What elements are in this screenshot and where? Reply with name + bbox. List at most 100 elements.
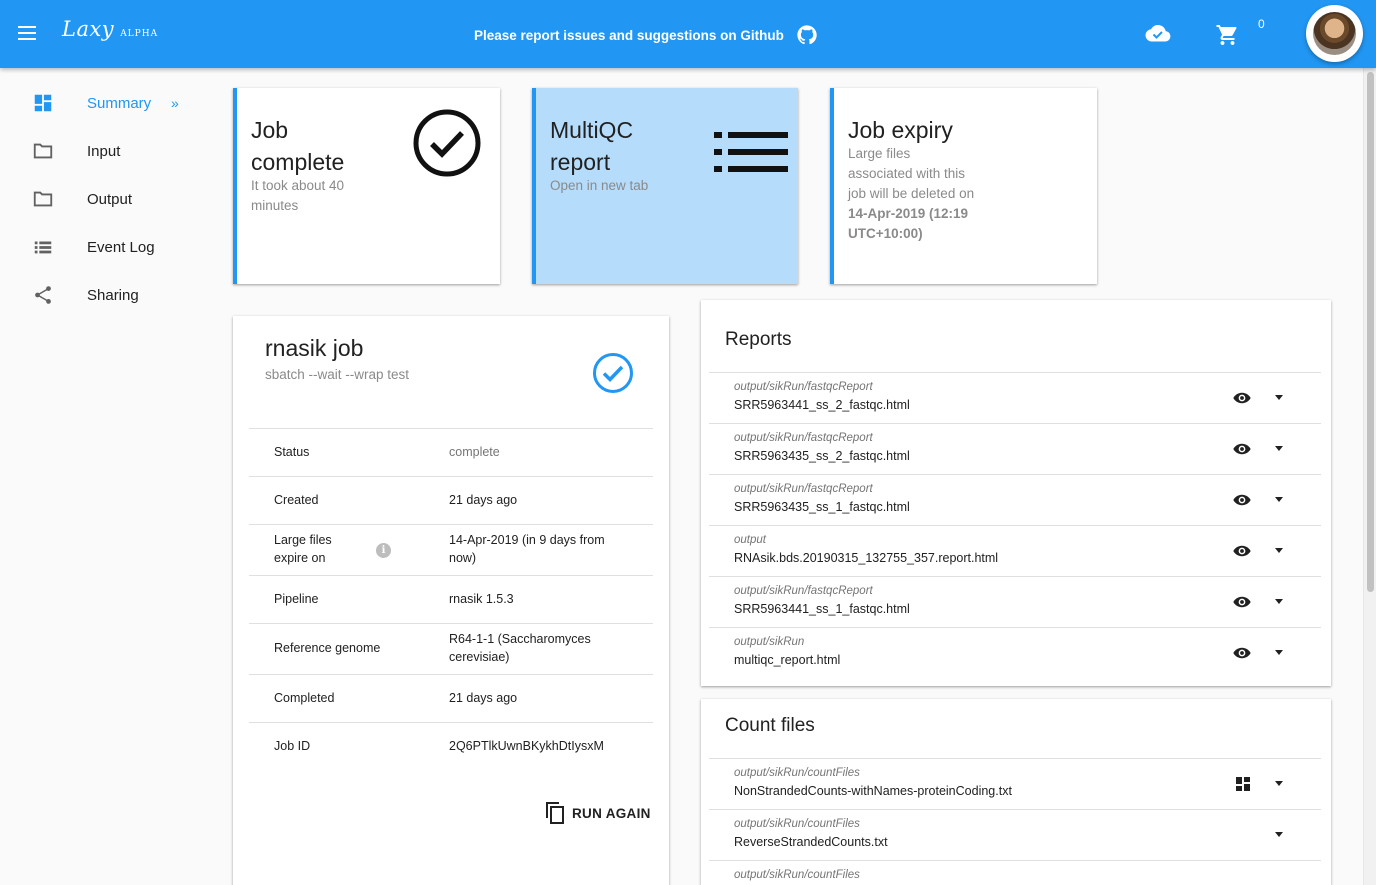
list-item[interactable]: output/sikRun/fastqcReport SRR5963441_ss… [709,577,1321,628]
reports-title: Reports [725,329,792,350]
cloud-done-icon[interactable] [1145,24,1171,44]
tile-sub-line: minutes [251,198,299,213]
row-key: Job ID [274,739,311,753]
expiry-date: 14-Apr-2019 (12:19 [848,206,969,221]
eye-icon[interactable] [1233,391,1251,405]
sidebar-item-input[interactable]: Input [0,129,210,173]
file-name[interactable]: ReverseStrandedCounts.txt [734,835,888,849]
list-item[interactable]: output/sikRun/fastqcReport SRR5963435_ss… [709,424,1321,475]
tile-sub-line: associated with this [848,166,966,181]
row-value: 21 days ago [449,691,518,705]
chevron-down-icon[interactable] [1275,446,1283,451]
app-logo[interactable]: Laxy ALPHA [62,17,158,41]
sidebar-item-label: Event Log [87,238,155,256]
dashboard-icon[interactable] [1236,777,1250,791]
file-name[interactable]: SRR5963441_ss_1_fastqc.html [734,602,910,616]
row-key-line: expire on [274,551,326,565]
table-row: Pipeline rnasik 1.5.3 [249,576,653,624]
list-item[interactable]: output/sikRun/countFiles NonStrandedCoun… [709,759,1321,810]
eye-icon[interactable] [1233,442,1251,456]
row-key: Created [274,493,319,507]
row-value: rnasik 1.5.3 [449,592,514,606]
scrollbar-thumb[interactable] [1367,72,1374,592]
file-name[interactable]: NonStrandedCounts-withNames-proteinCodin… [734,784,1012,798]
sidebar-item-label: Summary [87,94,152,112]
eye-icon[interactable] [1233,544,1251,558]
list-item[interactable]: output/sikRun/fastqcReport SRR5963441_ss… [709,373,1321,424]
list-item[interactable]: output/sikRun multiqc_report.html [709,628,1321,679]
alpha-badge: ALPHA [120,29,159,39]
row-value-line: R64-1-1 (Saccharomyces [449,632,591,646]
file-name[interactable]: multiqc_report.html [734,653,840,667]
row-value[interactable]: 2Q6PTlkUwnBKykhDtIysxM [449,737,639,755]
list-item[interactable]: output/sikRun/countFiles [709,861,1321,885]
page-scrollbar[interactable] [1363,68,1376,885]
reports-card: Reports output/sikRun/fastqcReport SRR59… [701,300,1331,686]
table-row: Completed 21 days ago [249,675,653,723]
chevron-right-icon: » [171,95,179,111]
row-key: Large files expire on [274,531,332,567]
chevron-down-icon[interactable] [1275,832,1283,837]
chevron-down-icon[interactable] [1275,548,1283,553]
list-item[interactable]: output RNAsik.bds.20190315_132755_357.re… [709,526,1321,577]
banner-text: Please report issues and suggestions on … [474,27,784,43]
run-again-label: RUN AGAIN [572,805,651,821]
app-logo-text: Laxy [62,17,115,41]
chevron-down-icon[interactable] [1275,497,1283,502]
file-path: output/sikRun/countFiles [734,869,860,881]
file-name[interactable]: SRR5963441_ss_2_fastqc.html [734,398,910,412]
tile-title-line: report [550,149,611,175]
job-complete-card[interactable]: Job complete It took about 40 minutes [233,88,500,284]
sidebar-item-sharing[interactable]: Sharing [0,273,210,317]
run-again-button[interactable]: RUN AGAIN [544,801,651,825]
row-value-line: now) [449,551,477,565]
tile-title-line: complete [251,149,345,175]
file-name[interactable]: RNAsik.bds.20190315_132755_357.report.ht… [734,551,998,565]
tile-title-line: Job [251,117,289,143]
file-path: output/sikRun/fastqcReport [734,585,873,597]
count-files-list: output/sikRun/countFiles NonStrandedCoun… [709,758,1321,885]
folder-icon [33,191,53,207]
chevron-down-icon[interactable] [1275,395,1283,400]
tile-subtitle: Open in new tab [550,178,649,193]
sidebar-item-label: Output [87,190,133,208]
menu-icon[interactable] [14,22,40,46]
list-icon [34,241,52,254]
row-value-line: 14-Apr-2019 (in 9 days from [449,533,605,547]
file-name[interactable]: SRR5963435_ss_2_fastqc.html [734,449,910,463]
chevron-down-icon[interactable] [1275,599,1283,604]
table-row: Status complete [249,429,653,477]
job-subtitle: sbatch --wait --wrap test [265,367,410,382]
sidebar-item-event-log[interactable]: Event Log [0,225,210,269]
row-key: Reference genome [274,641,381,655]
multiqc-report-card[interactable]: MultiQC report Open in new tab [532,88,798,284]
chevron-down-icon[interactable] [1275,781,1283,786]
row-value: R64-1-1 (Saccharomyces cerevisiae) [449,630,639,666]
row-value: 14-Apr-2019 (in 9 days from now) [449,531,639,567]
sidebar-item-summary[interactable]: Summary » [0,81,210,125]
user-avatar[interactable] [1306,5,1363,62]
list-item[interactable]: output/sikRun/fastqcReport SRR5963435_ss… [709,475,1321,526]
list-icon [714,132,788,172]
tile-sub-line: It took about 40 [251,178,345,193]
sidebar-item-label: Sharing [87,286,139,304]
github-banner[interactable]: Please report issues and suggestions on … [474,24,818,46]
tile-subtitle: It took about 40 minutes [251,176,344,216]
file-path: output/sikRun/countFiles [734,818,860,830]
eye-icon[interactable] [1233,646,1251,660]
row-key: Pipeline [274,592,319,606]
info-icon[interactable]: i [376,543,391,558]
chevron-down-icon[interactable] [1275,650,1283,655]
job-expiry-card[interactable]: Job expiry Large files associated with t… [830,88,1097,284]
file-name[interactable]: SRR5963435_ss_1_fastqc.html [734,500,910,514]
expiry-date: UTC+10:00) [848,226,923,241]
eye-icon[interactable] [1233,493,1251,507]
sidebar-item-output[interactable]: Output [0,177,210,221]
copy-icon [546,802,564,824]
row-key: Status [274,445,310,459]
cart-icon[interactable] [1215,23,1240,47]
tile-title: Job expiry [848,117,953,143]
eye-icon[interactable] [1233,595,1251,609]
list-item[interactable]: output/sikRun/countFiles ReverseStranded… [709,810,1321,861]
tile-title-line: MultiQC [550,117,634,143]
